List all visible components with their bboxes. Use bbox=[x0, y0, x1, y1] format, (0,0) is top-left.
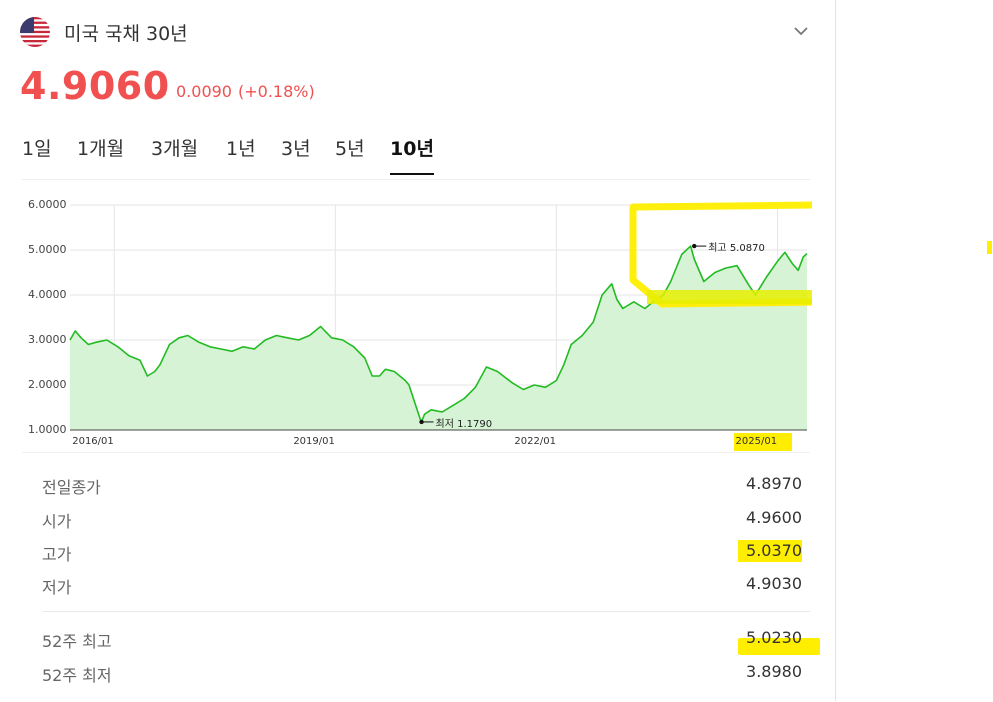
x-tick-label: 2022/01 bbox=[514, 436, 556, 447]
stats-table: 전일종가 4.8970 시가 4.9600 고가 5.0370 저가 4.903… bbox=[22, 452, 820, 701]
tab-10y[interactable]: 10년 bbox=[390, 134, 434, 175]
stat-row-open: 시가 4.9600 bbox=[42, 508, 802, 538]
stat-value: 4.9600 bbox=[746, 508, 802, 527]
tab-3y[interactable]: 3년 bbox=[281, 134, 311, 173]
y-tick-label: 3.0000 bbox=[28, 333, 67, 346]
stat-row-52w-high: 52주 최고 5.0230 bbox=[42, 628, 802, 658]
price-chart: 6.0000 5.0000 4.0000 3.0000 2.0000 1.0000 2016… bbox=[22, 192, 812, 454]
stat-row-52w-low: 52주 최저 3.8980 bbox=[42, 662, 802, 692]
stat-value: 4.9030 bbox=[746, 574, 802, 593]
stat-value: 3.8980 bbox=[746, 662, 802, 681]
y-tick-label: 6.0000 bbox=[28, 198, 67, 211]
stats-divider bbox=[42, 611, 810, 612]
stat-label: 52주 최고 bbox=[42, 632, 112, 651]
us-flag-icon bbox=[20, 17, 50, 47]
change-value: 0.0090 bbox=[176, 82, 232, 101]
change-percent: (+0.18%) bbox=[237, 82, 315, 101]
tab-1m[interactable]: 1개월 bbox=[77, 134, 124, 173]
price-change: 0.0090 (+0.18%) bbox=[156, 82, 315, 101]
stat-value: 4.8970 bbox=[746, 474, 802, 493]
chevron-down-icon[interactable] bbox=[790, 20, 812, 42]
x-tick-label: 2016/01 bbox=[72, 436, 114, 447]
stat-value: 5.0230 bbox=[746, 628, 802, 647]
instrument-title: 미국 국채 30년 bbox=[64, 23, 188, 45]
panel-divider bbox=[835, 0, 836, 701]
stat-label: 52주 최저 bbox=[42, 666, 112, 685]
y-tick-label: 1.0000 bbox=[28, 423, 67, 436]
tab-1y[interactable]: 1년 bbox=[226, 134, 256, 173]
highlight-bar bbox=[647, 290, 812, 304]
tab-3m[interactable]: 3개월 bbox=[151, 134, 198, 173]
annotation-label: 최저 1.1790 bbox=[435, 418, 493, 430]
x-tick-label: 2019/01 bbox=[293, 436, 335, 447]
stat-row-high: 고가 5.0370 bbox=[42, 541, 802, 571]
tabs-divider bbox=[22, 179, 810, 180]
stat-row-prev-close: 전일종가 4.8970 bbox=[42, 474, 802, 504]
annotation-label: 최고 5.0870 bbox=[708, 243, 765, 255]
y-tick-label: 5.0000 bbox=[28, 243, 67, 256]
stat-label: 전일종가 bbox=[42, 478, 101, 497]
y-tick-label: 2.0000 bbox=[28, 378, 67, 391]
chart-svg bbox=[69, 201, 812, 431]
up-arrow-icon bbox=[156, 88, 166, 95]
stat-value: 5.0370 bbox=[746, 541, 802, 560]
stat-label: 고가 bbox=[42, 545, 72, 564]
period-tabs: 1일 1개월 3개월 1년 3년 5년 10년 bbox=[22, 134, 810, 180]
x-tick-label: 2025/01 bbox=[735, 436, 778, 447]
stat-label: 시가 bbox=[42, 512, 72, 531]
current-price: 4.9060 bbox=[20, 64, 170, 108]
highlight-mark bbox=[987, 241, 992, 254]
stat-label: 저가 bbox=[42, 578, 72, 597]
stat-row-low: 저가 4.9030 bbox=[42, 574, 802, 604]
tab-5y[interactable]: 5년 bbox=[335, 134, 365, 173]
quote-panel: 미국 국채 30년 4.9060 0.0090 (+0.18%) 1일 1개월 … bbox=[0, 0, 835, 701]
y-tick-label: 4.0000 bbox=[28, 288, 67, 301]
tab-1d[interactable]: 1일 bbox=[22, 134, 52, 173]
